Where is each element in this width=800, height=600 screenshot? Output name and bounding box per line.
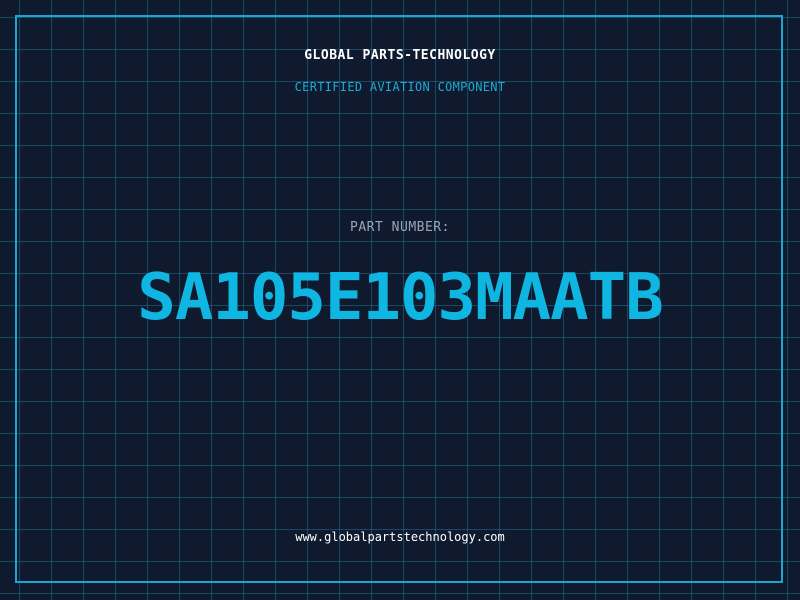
part-number-value: SA105E103MAATB: [137, 261, 663, 335]
part-card: GLOBAL PARTS-TECHNOLOGY CERTIFIED AVIATI…: [0, 0, 800, 600]
brand-subtitle: CERTIFIED AVIATION COMPONENT: [294, 80, 506, 94]
brand-name: GLOBAL PARTS-TECHNOLOGY: [304, 48, 496, 63]
part-number-label: PART NUMBER:: [350, 220, 450, 235]
website-url: www.globalpartstechnology.com: [295, 530, 505, 544]
